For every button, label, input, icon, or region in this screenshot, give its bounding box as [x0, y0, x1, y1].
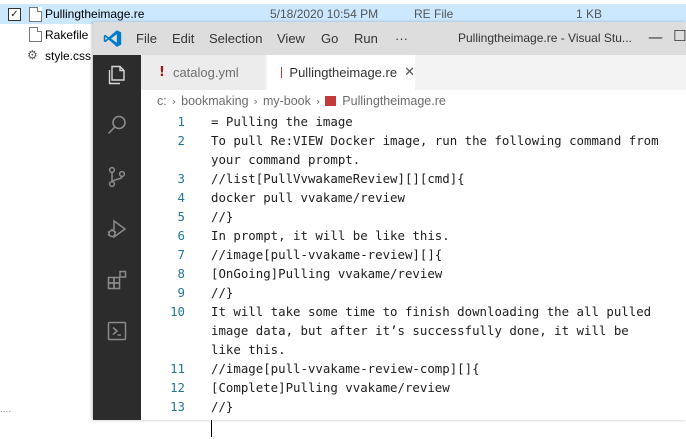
file-date: 5/18/2020 10:54 PM: [270, 7, 379, 21]
minimize-button[interactable]: —: [648, 28, 663, 46]
line-number: 12: [170, 380, 185, 395]
maximize-button[interactable]: ☐: [673, 27, 686, 45]
code-text: [OnGoing]Pulling vvakame/review: [211, 266, 443, 281]
code-text: It will take some time to finish downloa…: [211, 304, 652, 319]
truncated-text: ....: [0, 404, 12, 415]
code-text: //}: [211, 399, 234, 414]
line-number: 9: [177, 285, 185, 300]
file-icon: [29, 7, 42, 22]
menu-file[interactable]: File: [136, 31, 157, 46]
remote-icon[interactable]: [105, 319, 129, 343]
code-text: //}: [211, 285, 234, 300]
code-line[interactable]: 4 docker pull vvakame/review: [141, 188, 686, 207]
yaml-icon: !: [159, 65, 165, 80]
code-line[interactable]: 1 = Pulling the image: [141, 112, 686, 131]
code-line[interactable]: 3 //list[PullVvwakameReview][][cmd]{: [141, 169, 686, 188]
line-number: 5: [177, 209, 185, 224]
line-number: 3: [177, 171, 185, 186]
re-file-icon: [281, 67, 283, 78]
breadcrumb-file[interactable]: Pullingtheimage.re: [342, 94, 446, 108]
code-text: your command prompt.: [211, 152, 361, 167]
code-line[interactable]: 2 To pull Re:VIEW Docker image, run the f…: [141, 131, 686, 150]
code-text: //list[PullVvwakameReview][][cmd]{: [211, 171, 465, 186]
code-text: In prompt, it will be like this.: [211, 228, 450, 243]
code-line[interactable]: 7 //image[pull-vvakame-review][]{: [141, 245, 686, 264]
tab-bar: ! catalog.yml Pullingtheimage.re ✕: [141, 55, 686, 90]
line-number: 1: [177, 114, 185, 129]
file-icon: [29, 27, 42, 42]
code-editor[interactable]: 1 = Pulling the image 2 To pull Re:VIEW Doc…: [141, 112, 686, 437]
code-line[interactable]: 12 [Complete]Pulling vvakame/review: [141, 378, 686, 397]
code-line[interactable]: 10 It will take some time to finish downl…: [141, 302, 686, 321]
breadcrumb-bookmaking[interactable]: bookmaking: [181, 94, 248, 108]
file-size: 1 KB: [576, 7, 603, 21]
activity-bar: [93, 55, 141, 420]
code-text: image data, but after it’s successfully …: [211, 323, 629, 338]
tab-pullingtheimage-re[interactable]: Pullingtheimage.re ✕: [267, 55, 415, 90]
search-icon[interactable]: [105, 113, 129, 137]
text-cursor: [211, 420, 212, 437]
explorer-icon[interactable]: [105, 63, 129, 87]
checkbox[interactable]: ✓: [8, 8, 21, 21]
file-name-rakefile[interactable]: Rakefile: [45, 28, 88, 42]
re-file-icon: [325, 96, 337, 106]
menu-selection[interactable]: Selection: [209, 31, 262, 46]
vscode-logo-icon: [103, 30, 122, 47]
file-row-selected[interactable]: ✓ Pullingtheimage.re 5/18/2020 10:54 PM …: [0, 4, 686, 24]
code-text: //image[pull-vvakame-review-comp][]{: [211, 361, 480, 376]
title-bar: File Edit Selection View Go Run ··· Pull…: [93, 22, 686, 55]
menu-run[interactable]: Run: [354, 31, 378, 46]
chevron-right-icon: ›: [315, 94, 321, 108]
line-number: 8: [177, 266, 185, 281]
chevron-right-icon: ›: [171, 94, 177, 108]
code-text: = Pulling the image: [211, 114, 353, 129]
line-number: 4: [177, 190, 185, 205]
run-debug-icon[interactable]: [105, 217, 129, 241]
breadcrumb-drive[interactable]: c:: [157, 94, 167, 108]
cursor-line[interactable]: [141, 420, 686, 439]
file-name-stylecss[interactable]: style.css: [45, 49, 91, 63]
breadcrumb-my-book[interactable]: my-book: [263, 94, 311, 108]
extensions-icon[interactable]: [105, 268, 129, 292]
line-number: 2: [177, 133, 185, 148]
code-text: docker pull vvakame/review: [211, 190, 405, 205]
window-title: Pullingtheimage.re - Visual Stu...: [458, 31, 632, 45]
code-line[interactable]: 8 [OnGoing]Pulling vvakame/review: [141, 264, 686, 283]
menu-go[interactable]: Go: [321, 31, 338, 46]
tab-catalog-yml[interactable]: ! catalog.yml: [141, 55, 266, 90]
source-control-icon[interactable]: [105, 165, 129, 189]
line-number: 6: [177, 228, 185, 243]
code-line[interactable]: 13 //}: [141, 397, 686, 416]
menu-view[interactable]: View: [277, 31, 305, 46]
file-type: RE File: [414, 7, 454, 21]
line-number: 7: [177, 247, 185, 262]
code-line[interactable]: your command prompt.: [141, 150, 686, 169]
code-text: //}: [211, 209, 234, 224]
line-number: 11: [170, 361, 185, 376]
breadcrumb: c: › bookmaking › my-book › Pullingtheim…: [157, 92, 446, 110]
chevron-right-icon: ›: [253, 94, 258, 108]
code-text: To pull Re:VIEW Docker image, run the fo…: [211, 133, 659, 148]
close-icon[interactable]: ✕: [404, 65, 415, 80]
code-line[interactable]: 5 //}: [141, 207, 686, 226]
menu-more[interactable]: ···: [395, 31, 408, 46]
gear-file-icon: ⚙: [27, 48, 38, 62]
code-line[interactable]: 9 //}: [141, 283, 686, 302]
line-number: 10: [170, 304, 185, 319]
tab-label: catalog.yml: [172, 65, 239, 80]
vscode-window: File Edit Selection View Go Run ··· Pull…: [93, 22, 686, 437]
code-line[interactable]: 6 In prompt, it will be like this.: [141, 226, 686, 245]
line-number: 13: [170, 399, 185, 414]
code-line[interactable]: like this.: [141, 340, 686, 359]
code-text: //image[pull-vvakame-review][]{: [211, 247, 443, 262]
tab-label: Pullingtheimage.re: [289, 65, 398, 80]
file-name[interactable]: Pullingtheimage.re: [45, 7, 144, 21]
code-line[interactable]: image data, but after it’s successfully …: [141, 321, 686, 340]
code-text: [Complete]Pulling vvakame/review: [211, 380, 450, 395]
code-text: like this.: [211, 342, 286, 357]
menu-edit[interactable]: Edit: [172, 31, 194, 46]
code-line[interactable]: 11 //image[pull-vvakame-review-comp][]{: [141, 359, 686, 378]
